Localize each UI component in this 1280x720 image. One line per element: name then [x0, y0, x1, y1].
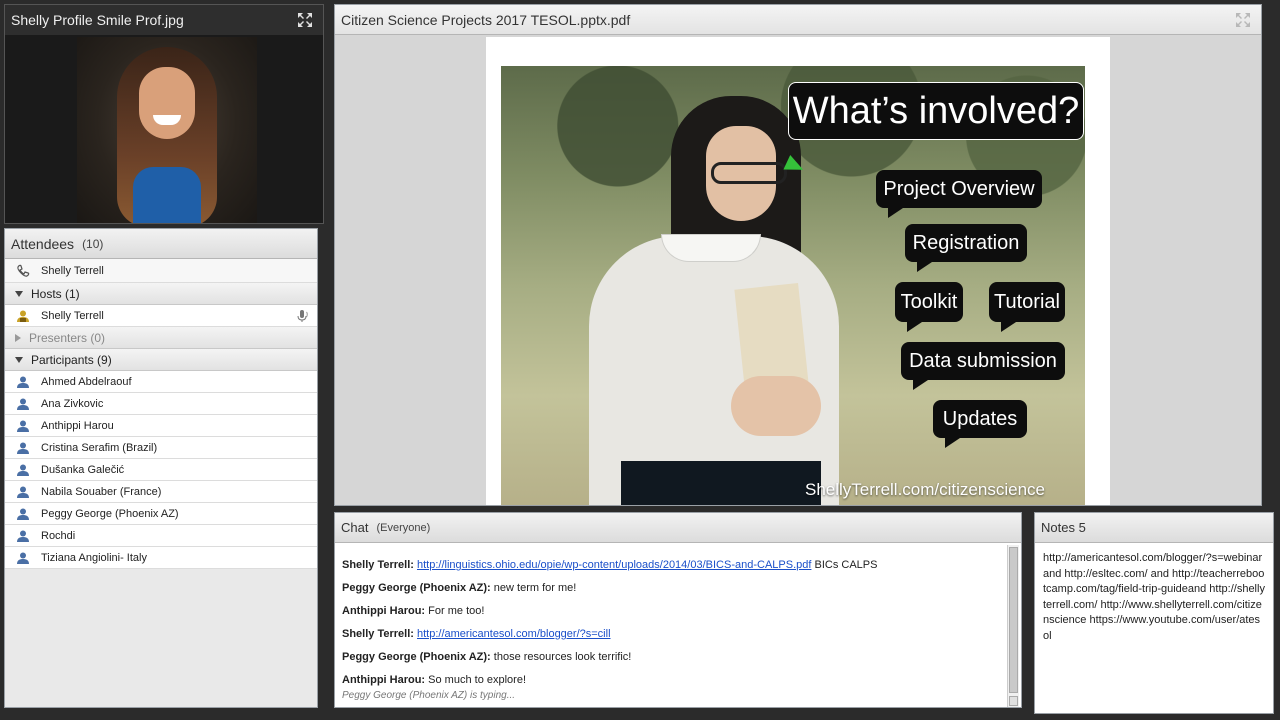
chat-link[interactable]: http://linguistics.ohio.edu/opie/wp-cont…	[417, 559, 811, 571]
chat-message: Anthippi Harou: For me too!	[342, 601, 1009, 624]
participant-row[interactable]: Ana Zivkovic	[5, 393, 317, 415]
chat-scrollbar[interactable]	[1007, 545, 1019, 707]
fullscreen-icon[interactable]	[297, 12, 313, 28]
attendees-title: Attendees	[11, 235, 75, 252]
host-row[interactable]: Shelly Terrell	[5, 305, 317, 327]
user-icon	[15, 375, 31, 389]
share-pod: Citizen Science Projects 2017 TESOL.pptx…	[334, 4, 1262, 506]
participant-name: Tiziana Angiolini- Italy	[41, 551, 147, 564]
chat-pod-title: Chat (Everyone)	[335, 513, 1021, 543]
chat-scope[interactable]: (Everyone)	[376, 522, 430, 534]
chat-text: For me too!	[428, 605, 485, 617]
chat-pod: Chat (Everyone) Shelly Terrell: http://l…	[334, 512, 1022, 708]
chat-message: Peggy George (Phoenix AZ): those resourc…	[342, 647, 1009, 670]
webcam-video	[77, 37, 257, 223]
slide-heading: What’s involved?	[788, 82, 1084, 140]
slide-frame: What’s involved? Project Overview Regist…	[486, 37, 1110, 505]
participant-row[interactable]: Rochdi	[5, 525, 317, 547]
user-icon	[15, 419, 31, 433]
chat-text: So much to explore!	[428, 674, 527, 686]
microphone-icon	[297, 310, 308, 322]
notes-title: Notes 5	[1041, 520, 1086, 535]
notes-pod: Notes 5 http://americantesol.com/blogger…	[1034, 512, 1274, 714]
bubble-registration: Registration	[905, 224, 1027, 272]
scroll-thumb[interactable]	[1009, 547, 1018, 693]
user-icon	[15, 485, 31, 499]
participant-row[interactable]: Cristina Serafim (Brazil)	[5, 437, 317, 459]
attendee-count: (10)	[82, 236, 104, 251]
participant-name: Ana Zivkovic	[41, 397, 104, 410]
chat-sender: Anthippi Harou:	[342, 674, 426, 686]
attendees-pod: Attendees (10) Shelly Terrell Hosts (1) …	[4, 228, 318, 708]
typing-indicator: Peggy George (Phoenix AZ) is typing...	[342, 690, 516, 701]
participant-row[interactable]: Dušanka Galečić	[5, 459, 317, 481]
participant-row[interactable]: Tiziana Angiolini- Italy	[5, 547, 317, 569]
hosts-section-header[interactable]: Hosts (1)	[5, 283, 317, 305]
camera-pod-title-text: Shelly Profile Smile Prof.jpg	[11, 12, 184, 28]
bubble-tutorial: Tutorial	[989, 282, 1065, 332]
presenters-section-header[interactable]: Presenters (0)	[5, 327, 317, 349]
chat-sender: Anthippi Harou:	[342, 605, 426, 617]
host-name: Shelly Terrell	[41, 309, 104, 322]
chat-text: those resources look terrific!	[493, 651, 632, 663]
chat-text: BICs CALPS	[811, 559, 878, 571]
chat-sender: Peggy George (Phoenix AZ):	[342, 582, 491, 594]
scroll-down-icon[interactable]	[1009, 696, 1018, 706]
my-name: Shelly Terrell	[41, 264, 104, 277]
expand-down-icon	[15, 356, 23, 363]
chat-title: Chat	[341, 520, 369, 535]
user-icon	[15, 507, 31, 521]
chat-messages: Shelly Terrell: http://linguistics.ohio.…	[335, 543, 1009, 707]
share-pod-title-text: Citizen Science Projects 2017 TESOL.pptx…	[341, 11, 631, 28]
participant-name: Cristina Serafim (Brazil)	[41, 441, 158, 454]
participant-row[interactable]: Anthippi Harou	[5, 415, 317, 437]
fullscreen-icon[interactable]	[1235, 12, 1251, 28]
participant-name: Rochdi	[41, 529, 76, 542]
bubble-toolkit: Toolkit	[895, 282, 963, 332]
participant-name: Anthippi Harou	[41, 419, 114, 432]
expand-down-icon	[15, 290, 23, 297]
participants-label: Participants (9)	[31, 352, 112, 367]
share-pod-title: Citizen Science Projects 2017 TESOL.pptx…	[335, 5, 1261, 35]
bubble-updates: Updates	[933, 400, 1027, 448]
bubble-project-overview: Project Overview	[876, 170, 1042, 218]
participant-name: Nabila Souaber (France)	[41, 485, 162, 498]
participant-list: Ahmed Abdelraouf Ana Zivkovic Anthippi Har…	[5, 371, 317, 569]
notes-pod-title: Notes 5	[1035, 513, 1273, 543]
my-status-row[interactable]: Shelly Terrell	[5, 259, 317, 283]
user-icon	[15, 397, 31, 411]
presenters-label: Presenters (0)	[29, 330, 106, 345]
expand-right-icon	[15, 333, 21, 342]
slide-url: ShellyTerrell.com/citizenscience	[805, 480, 1045, 499]
phone-icon	[15, 264, 31, 278]
chat-text: new term for me!	[493, 582, 577, 594]
presentation-slide: What’s involved? Project Overview Regist…	[501, 66, 1085, 505]
chat-message: Shelly Terrell: http://linguistics.ohio.…	[342, 555, 1009, 578]
chat-message: Shelly Terrell: http://americantesol.com…	[342, 624, 1009, 647]
bubble-data-submission: Data submission	[901, 342, 1065, 390]
notes-content[interactable]: http://americantesol.com/blogger/?s=webi…	[1035, 543, 1273, 652]
user-icon	[15, 529, 31, 543]
participants-section-header[interactable]: Participants (9)	[5, 349, 317, 371]
participant-row[interactable]: Ahmed Abdelraouf	[5, 371, 317, 393]
camera-pod: Shelly Profile Smile Prof.jpg	[4, 4, 324, 224]
user-icon	[15, 551, 31, 565]
chat-link[interactable]: http://americantesol.com/blogger/?s=cill	[417, 628, 611, 640]
participant-name: Dušanka Galečić	[41, 463, 125, 476]
hosts-label: Hosts (1)	[31, 286, 80, 301]
participant-name: Ahmed Abdelraouf	[41, 375, 132, 388]
camera-pod-title: Shelly Profile Smile Prof.jpg	[5, 5, 323, 35]
chat-message: Peggy George (Phoenix AZ): new term for …	[342, 578, 1009, 601]
participant-row[interactable]: Nabila Souaber (France)	[5, 481, 317, 503]
attendees-pod-title: Attendees (10)	[5, 229, 317, 259]
user-icon	[15, 441, 31, 455]
host-user-icon	[15, 309, 31, 323]
participant-row[interactable]: Peggy George (Phoenix AZ)	[5, 503, 317, 525]
user-icon	[15, 463, 31, 477]
chat-sender: Shelly Terrell:	[342, 628, 414, 640]
chat-sender: Peggy George (Phoenix AZ):	[342, 651, 491, 663]
chat-sender: Shelly Terrell:	[342, 559, 414, 571]
participant-name: Peggy George (Phoenix AZ)	[41, 507, 179, 520]
